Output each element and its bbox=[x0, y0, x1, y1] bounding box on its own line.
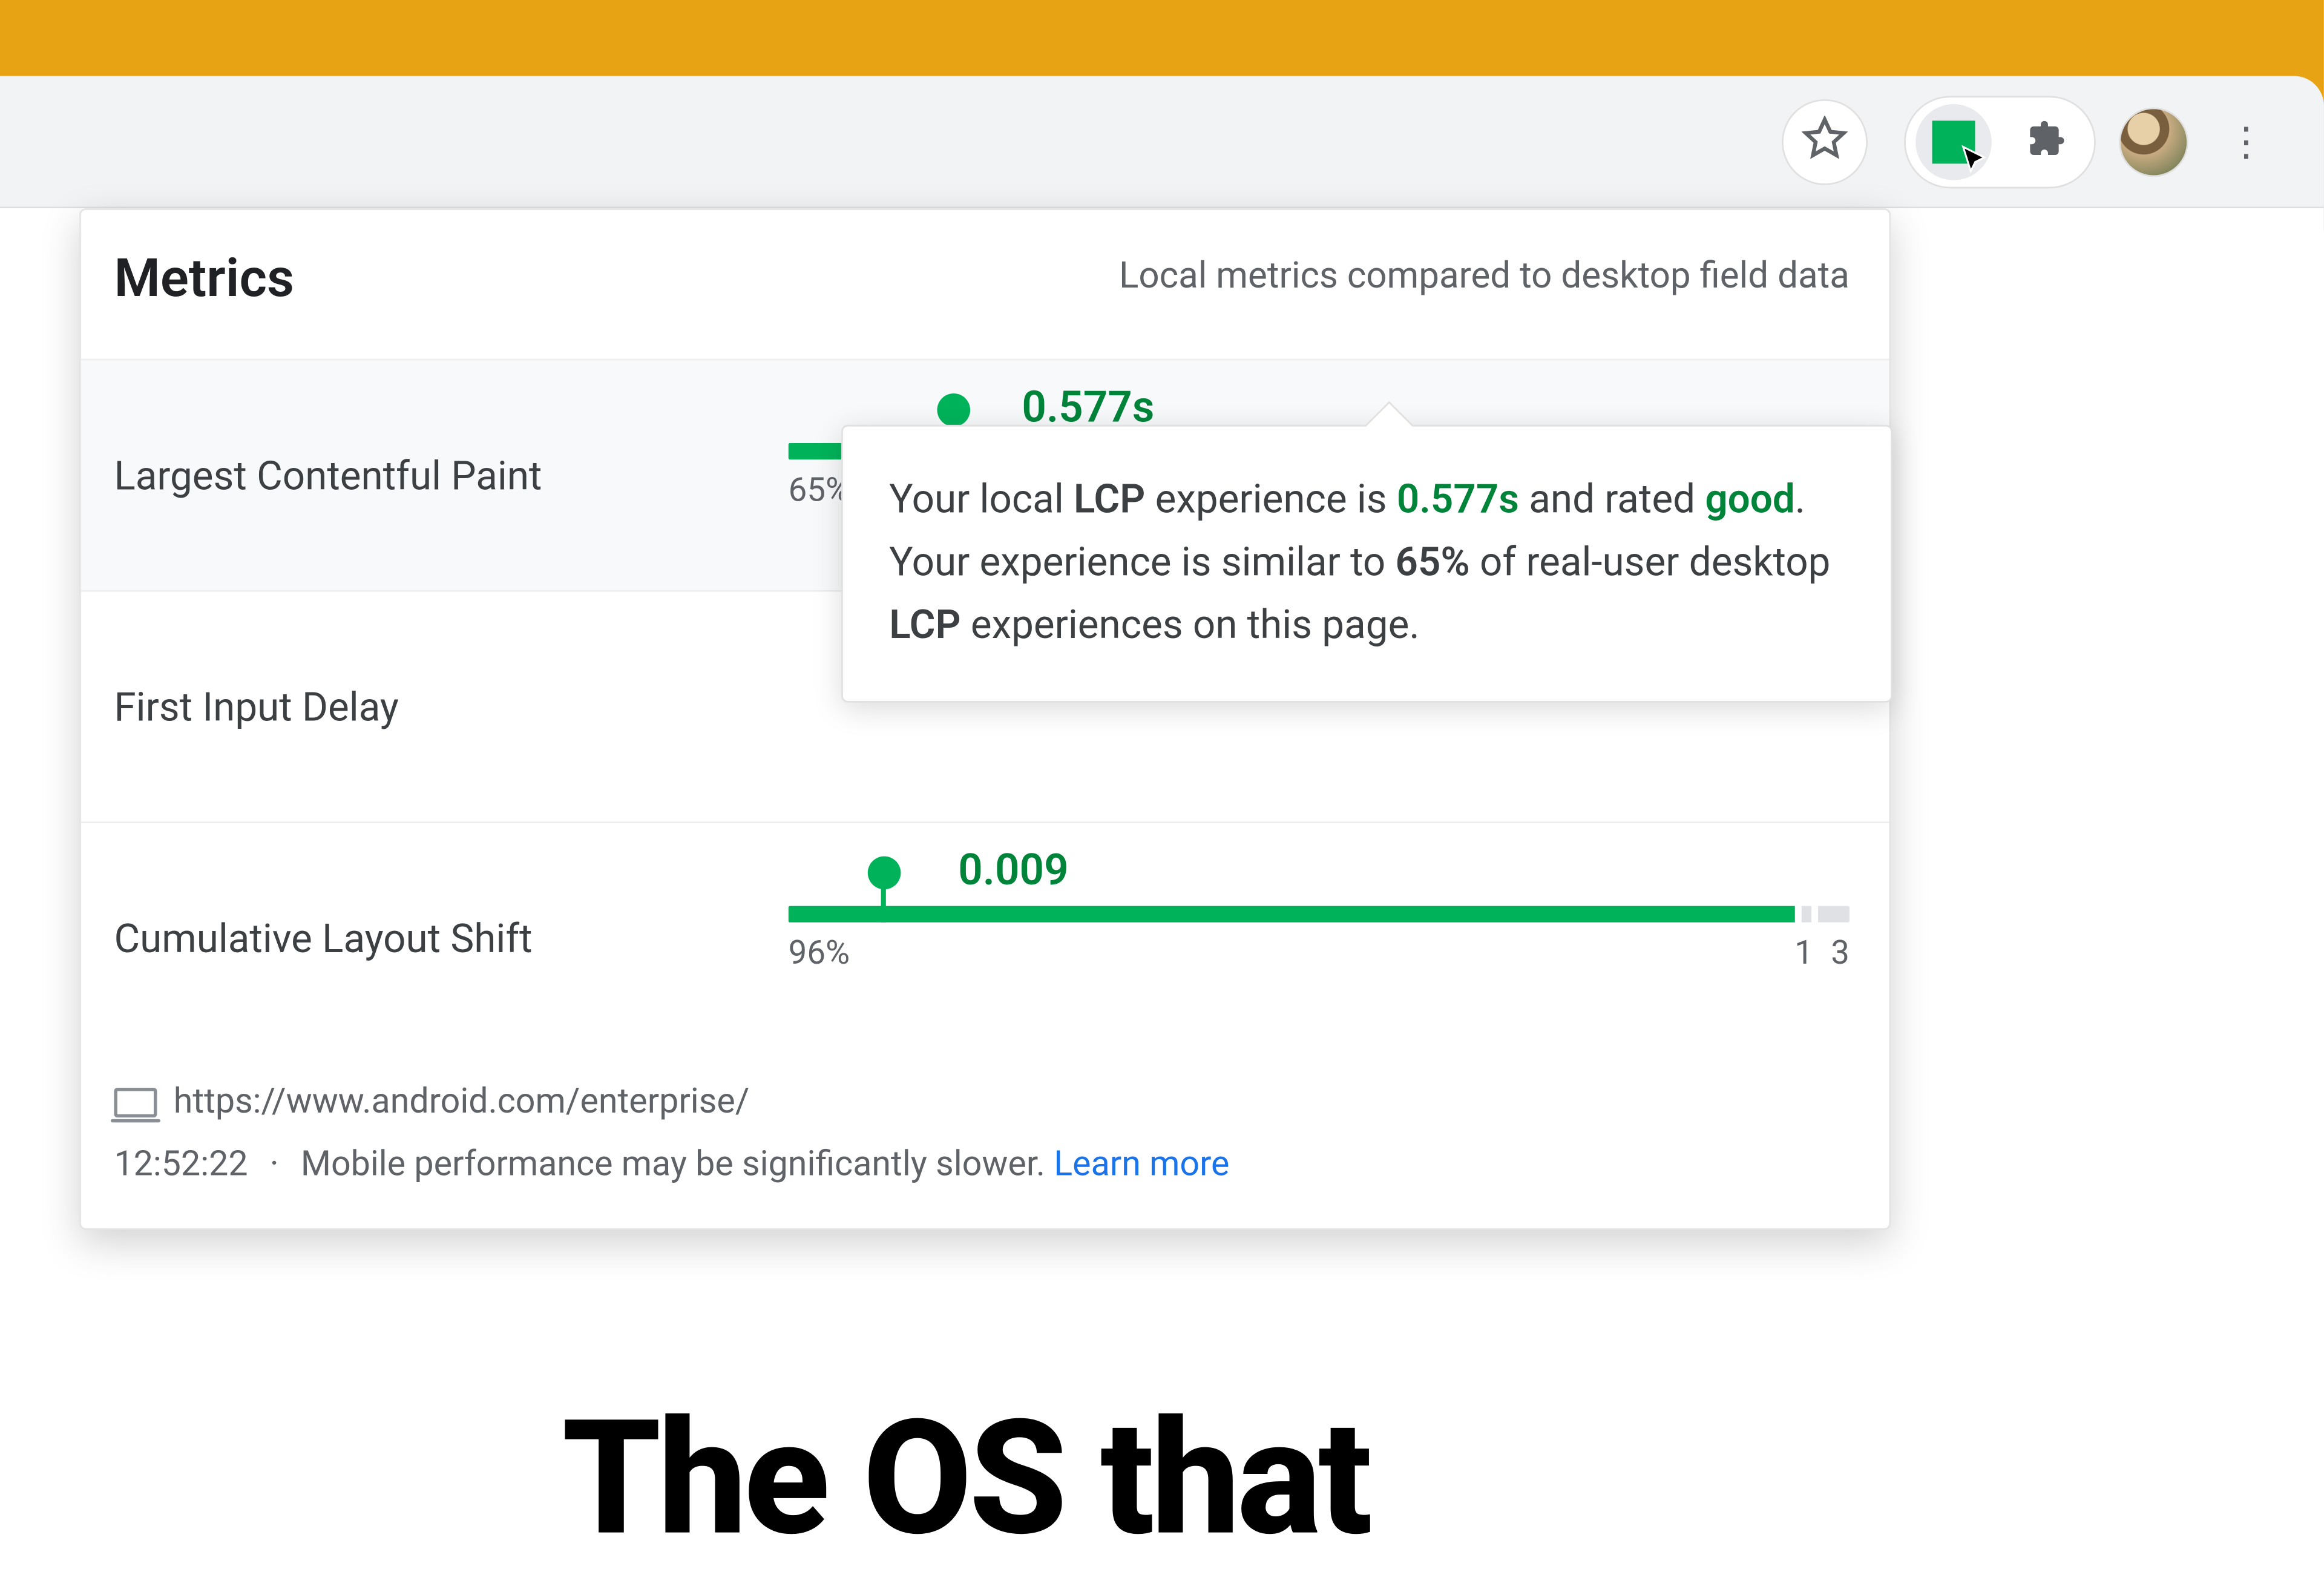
metric-name-fid: First Input Delay bbox=[114, 683, 788, 729]
footer-url-row: https://www.android.com/enterprise/ bbox=[114, 1083, 1856, 1123]
metric-name-lcp: Largest Contentful Paint bbox=[114, 452, 788, 498]
web-vitals-status-icon bbox=[1932, 120, 1975, 163]
browser-window: ⋮ Metrics Local metrics compared to desk… bbox=[0, 76, 2324, 1453]
popup-subtitle: Local metrics compared to desktop field … bbox=[1119, 256, 1850, 297]
metric-name-cls: Cumulative Layout Shift bbox=[114, 915, 788, 961]
footer-time: 12:52:22 bbox=[114, 1146, 248, 1186]
footer-url: https://www.android.com/enterprise/ bbox=[174, 1083, 750, 1123]
cls-ni-pct: 1 bbox=[1794, 932, 1813, 972]
cls-poor-pct: 3 bbox=[1831, 932, 1850, 972]
distribution-labels-cls: 96% 1 3 bbox=[789, 932, 1850, 972]
web-vitals-popup: Metrics Local metrics compared to deskto… bbox=[79, 208, 1891, 1230]
more-vertical-icon: ⋮ bbox=[2227, 118, 2267, 164]
popup-footer: https://www.android.com/enterprise/ 12:5… bbox=[81, 1053, 1889, 1228]
extensions-group bbox=[1904, 95, 2096, 188]
page-hero-text: The OS that bbox=[562, 1387, 1370, 1572]
learn-more-link[interactable]: Learn more bbox=[1054, 1146, 1229, 1186]
web-vitals-extension-button[interactable] bbox=[1915, 104, 1992, 180]
footer-note: Mobile performance may be significantly … bbox=[301, 1146, 1045, 1186]
profile-avatar[interactable] bbox=[2119, 107, 2188, 176]
star-icon bbox=[1802, 115, 1848, 168]
metric-row-cls[interactable]: Cumulative Layout Shift 0.009 bbox=[81, 821, 1889, 1053]
popup-title: Metrics bbox=[114, 246, 294, 309]
distribution-bar-cls bbox=[789, 905, 1850, 921]
popup-header: Metrics Local metrics compared to deskto… bbox=[81, 210, 1889, 359]
footer-note-row: 12:52:22 · Mobile performance may be sig… bbox=[114, 1146, 1856, 1186]
puzzle-icon bbox=[2024, 117, 2067, 166]
desktop-icon bbox=[114, 1088, 157, 1117]
metric-value-cls: 0.009 bbox=[958, 846, 1068, 895]
metric-chart-cls: 0.009 96% 1 3 bbox=[789, 905, 1850, 971]
browser-toolbar: ⋮ bbox=[0, 76, 2324, 208]
extensions-button[interactable] bbox=[2008, 104, 2084, 180]
bookmark-button[interactable] bbox=[1782, 98, 1868, 184]
cls-good-pct: 96% bbox=[789, 932, 1831, 972]
browser-menu-button[interactable]: ⋮ bbox=[2211, 107, 2281, 176]
separator-dot: · bbox=[270, 1146, 279, 1186]
metric-tooltip: Your local LCP experience is 0.577s and … bbox=[841, 425, 1892, 702]
metric-marker-cls bbox=[867, 855, 901, 921]
